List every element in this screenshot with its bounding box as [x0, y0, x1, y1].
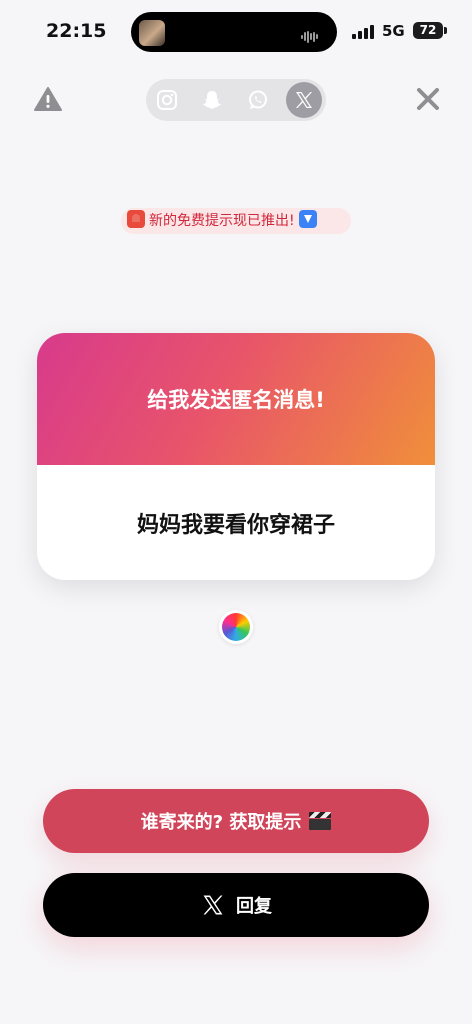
x-icon	[203, 895, 223, 915]
clapper-icon	[309, 812, 332, 830]
status-time: 22:15	[46, 20, 107, 42]
reply-button[interactable]: 回复	[43, 873, 429, 937]
battery-tip	[444, 27, 447, 34]
whatsapp-icon	[249, 90, 267, 109]
color-picker-button[interactable]	[219, 610, 253, 644]
announcement-banner[interactable]: 新的免费提示现已推出!	[121, 208, 351, 234]
cellular-signal-icon	[352, 24, 374, 39]
report-warning-icon[interactable]	[34, 86, 62, 112]
close-icon[interactable]	[413, 84, 443, 114]
share-whatsapp-button[interactable]	[240, 82, 276, 118]
announcement-text: 新的免费提示现已推出!	[149, 213, 295, 229]
battery-icon: 72	[413, 22, 443, 39]
card-body: 妈妈我要看你穿裙子	[37, 465, 435, 580]
share-snapchat-button[interactable]	[194, 82, 230, 118]
card-message: 妈妈我要看你穿裙子	[136, 512, 335, 538]
network-type: 5G	[382, 22, 405, 40]
share-instagram-button[interactable]	[149, 82, 185, 118]
x-icon	[296, 92, 312, 108]
down-arrow-icon	[298, 210, 317, 228]
share-platform-selector	[146, 79, 326, 121]
card-title: 给我发送匿名消息!	[147, 388, 325, 412]
card-header: 给我发送匿名消息!	[37, 333, 435, 465]
hint-button-label: 谁寄来的? 获取提示	[140, 812, 302, 833]
audio-waveform-icon	[301, 26, 323, 43]
now-playing-artwork	[139, 20, 165, 46]
screen: 22:15 5G 72 新的免费提示现已推出! 给我发送匿名消息! 妈妈我要看你…	[0, 0, 472, 1024]
get-hint-button[interactable]: 谁寄来的? 获取提示	[43, 789, 429, 853]
message-card: 给我发送匿名消息! 妈妈我要看你穿裙子	[37, 333, 435, 580]
reply-button-label: 回复	[236, 896, 272, 917]
instagram-icon	[157, 90, 177, 110]
siren-icon	[127, 210, 145, 228]
dynamic-island[interactable]	[131, 12, 337, 52]
snapchat-icon	[203, 91, 221, 109]
status-bar: 22:15 5G 72	[0, 0, 472, 64]
share-x-button[interactable]	[286, 82, 322, 118]
color-wheel-icon	[222, 613, 250, 641]
